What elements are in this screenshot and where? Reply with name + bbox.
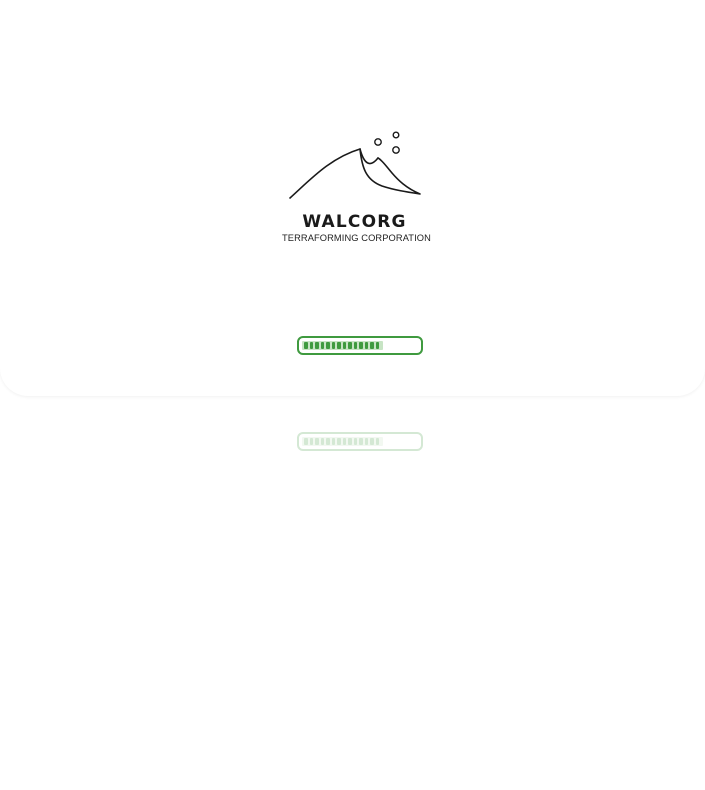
- loading-progress-bar: [297, 336, 423, 355]
- mountain-bubbles-icon: [289, 131, 421, 199]
- progress-segment: [320, 342, 324, 349]
- brand-logo: WALCORG TERRAFORMING CORPORATION: [282, 128, 431, 248]
- progress-segment: [304, 438, 308, 445]
- progress-segment: [342, 342, 346, 349]
- progress-segment: [370, 438, 374, 445]
- progress-segment: [337, 342, 341, 349]
- progress-track: [302, 341, 418, 350]
- progress-segment: [320, 438, 324, 445]
- progress-track: [302, 437, 418, 446]
- progress-segment: [326, 342, 330, 349]
- progress-segment: [359, 438, 363, 445]
- brand-tagline: TERRAFORMING CORPORATION: [282, 233, 431, 243]
- progress-segment: [331, 342, 335, 349]
- progress-segment: [304, 342, 308, 349]
- progress-segment: [364, 342, 368, 349]
- progress-segment: [353, 438, 357, 445]
- progress-segment: [375, 438, 379, 445]
- progress-segment: [315, 438, 319, 445]
- progress-segment: [342, 438, 346, 445]
- progress-segments: [304, 438, 418, 445]
- progress-segment: [348, 438, 352, 445]
- progress-segment: [337, 438, 341, 445]
- progress-segment: [359, 342, 363, 349]
- progress-segment: [370, 342, 374, 349]
- progress-segment: [309, 342, 313, 349]
- progress-segment: [348, 342, 352, 349]
- progress-segment: [364, 438, 368, 445]
- progress-segments: [304, 342, 418, 349]
- progress-segment: [309, 438, 313, 445]
- progress-segment: [331, 438, 335, 445]
- progress-segment: [326, 438, 330, 445]
- progress-segment: [375, 342, 379, 349]
- progress-segment: [315, 342, 319, 349]
- progress-bar-reflection: [297, 432, 423, 451]
- progress-segment: [353, 342, 357, 349]
- splash-card: WALCORG TERRAFORMING CORPORATION: [0, 0, 705, 396]
- brand-name: WALCORG: [302, 212, 407, 232]
